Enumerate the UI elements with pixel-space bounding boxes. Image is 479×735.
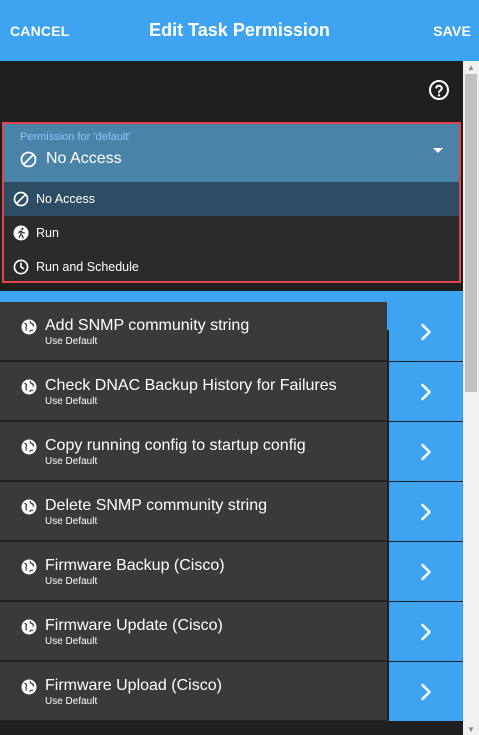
task-row-body[interactable]: Firmware Upload (Cisco) Use Default: [0, 662, 387, 721]
cancel-button[interactable]: CANCEL: [10, 23, 70, 39]
task-subtitle: Use Default: [45, 396, 98, 407]
run-icon: [13, 225, 29, 241]
option-run[interactable]: Run: [4, 216, 459, 250]
option-run-and-schedule[interactable]: Run and Schedule: [4, 250, 459, 284]
permission-dropdown: Permission for 'default' No Access No Ac…: [2, 122, 461, 283]
chevron-right-icon: [421, 443, 431, 460]
task-row-body[interactable]: Copy running config to startup config Us…: [0, 422, 387, 481]
task-name: Check DNAC Backup History for Failures: [45, 377, 337, 394]
clock-icon: [13, 259, 29, 275]
chevron-right-icon: [421, 323, 431, 340]
open-task-button[interactable]: [389, 542, 463, 601]
globe-icon: [21, 499, 37, 515]
task-row[interactable]: Check DNAC Backup History for Failures U…: [0, 362, 463, 421]
task-row[interactable]: Firmware Upload (Cisco) Use Default: [0, 662, 463, 721]
globe-icon: [21, 439, 37, 455]
app-header: CANCEL Edit Task Permission SAVE: [0, 0, 479, 61]
globe-icon: [21, 679, 37, 695]
globe-icon: [21, 619, 37, 635]
globe-icon: [21, 559, 37, 575]
globe-icon: [21, 379, 37, 395]
task-row[interactable]: Copy running config to startup config Us…: [0, 422, 463, 481]
caret-down-icon: [433, 148, 443, 153]
task-row-body[interactable]: Check DNAC Backup History for Failures U…: [0, 362, 387, 421]
open-task-button[interactable]: [389, 302, 463, 361]
task-name: Firmware Backup (Cisco): [45, 557, 225, 574]
option-no-access[interactable]: No Access: [4, 182, 459, 216]
scroll-up-arrow-icon[interactable]: ▲: [463, 61, 479, 73]
task-row[interactable]: Delete SNMP community string Use Default: [0, 482, 463, 541]
chevron-right-icon: [421, 383, 431, 400]
option-label: No Access: [36, 192, 96, 206]
help-icon[interactable]: [428, 79, 450, 101]
task-subtitle: Use Default: [45, 516, 98, 527]
task-name: Firmware Upload (Cisco): [45, 677, 222, 694]
task-row-body[interactable]: Add SNMP community string Use Default: [0, 302, 387, 361]
task-row-body[interactable]: Firmware Backup (Cisco) Use Default: [0, 542, 387, 601]
task-subtitle: Use Default: [45, 336, 98, 347]
chevron-right-icon: [421, 623, 431, 640]
open-task-button[interactable]: [389, 422, 463, 481]
task-subtitle: Use Default: [45, 636, 98, 647]
chevron-right-icon: [421, 683, 431, 700]
task-subtitle: Use Default: [45, 576, 98, 587]
task-name: Add SNMP community string: [45, 317, 250, 334]
task-name: Firmware Update (Cisco): [45, 617, 223, 634]
globe-icon: [21, 319, 37, 335]
task-subtitle: Use Default: [45, 696, 98, 707]
option-label: Run: [36, 226, 59, 240]
task-name: Delete SNMP community string: [45, 497, 267, 514]
task-row-body[interactable]: Firmware Update (Cisco) Use Default: [0, 602, 387, 661]
option-label: Run and Schedule: [36, 260, 139, 274]
open-task-button[interactable]: [389, 482, 463, 541]
open-task-button[interactable]: [389, 362, 463, 421]
permission-selected-text: No Access: [46, 150, 122, 167]
scroll-down-arrow-icon[interactable]: ▼: [463, 723, 479, 735]
chevron-right-icon: [421, 563, 431, 580]
page-title: Edit Task Permission: [149, 20, 330, 40]
content-area: Add SNMP community string Use Default Ch…: [0, 61, 463, 735]
permission-label: Permission for 'default': [20, 131, 131, 143]
no-access-icon: [13, 191, 29, 207]
task-row[interactable]: Firmware Update (Cisco) Use Default: [0, 602, 463, 661]
task-row-body[interactable]: Delete SNMP community string Use Default: [0, 482, 387, 541]
task-row[interactable]: Firmware Backup (Cisco) Use Default: [0, 542, 463, 601]
task-name: Copy running config to startup config: [45, 437, 306, 454]
permission-select[interactable]: Permission for 'default' No Access: [4, 124, 459, 182]
task-row[interactable]: Add SNMP community string Use Default: [0, 302, 463, 361]
scrollbar[interactable]: ▲ ▼: [463, 61, 479, 735]
save-button[interactable]: SAVE: [433, 23, 471, 39]
scrollbar-thumb[interactable]: [465, 74, 477, 392]
chevron-right-icon: [421, 503, 431, 520]
task-subtitle: Use Default: [45, 456, 98, 467]
no-access-icon: [20, 151, 37, 167]
open-task-button[interactable]: [389, 662, 463, 721]
permission-value: No Access: [20, 150, 122, 168]
open-task-button[interactable]: [389, 602, 463, 661]
